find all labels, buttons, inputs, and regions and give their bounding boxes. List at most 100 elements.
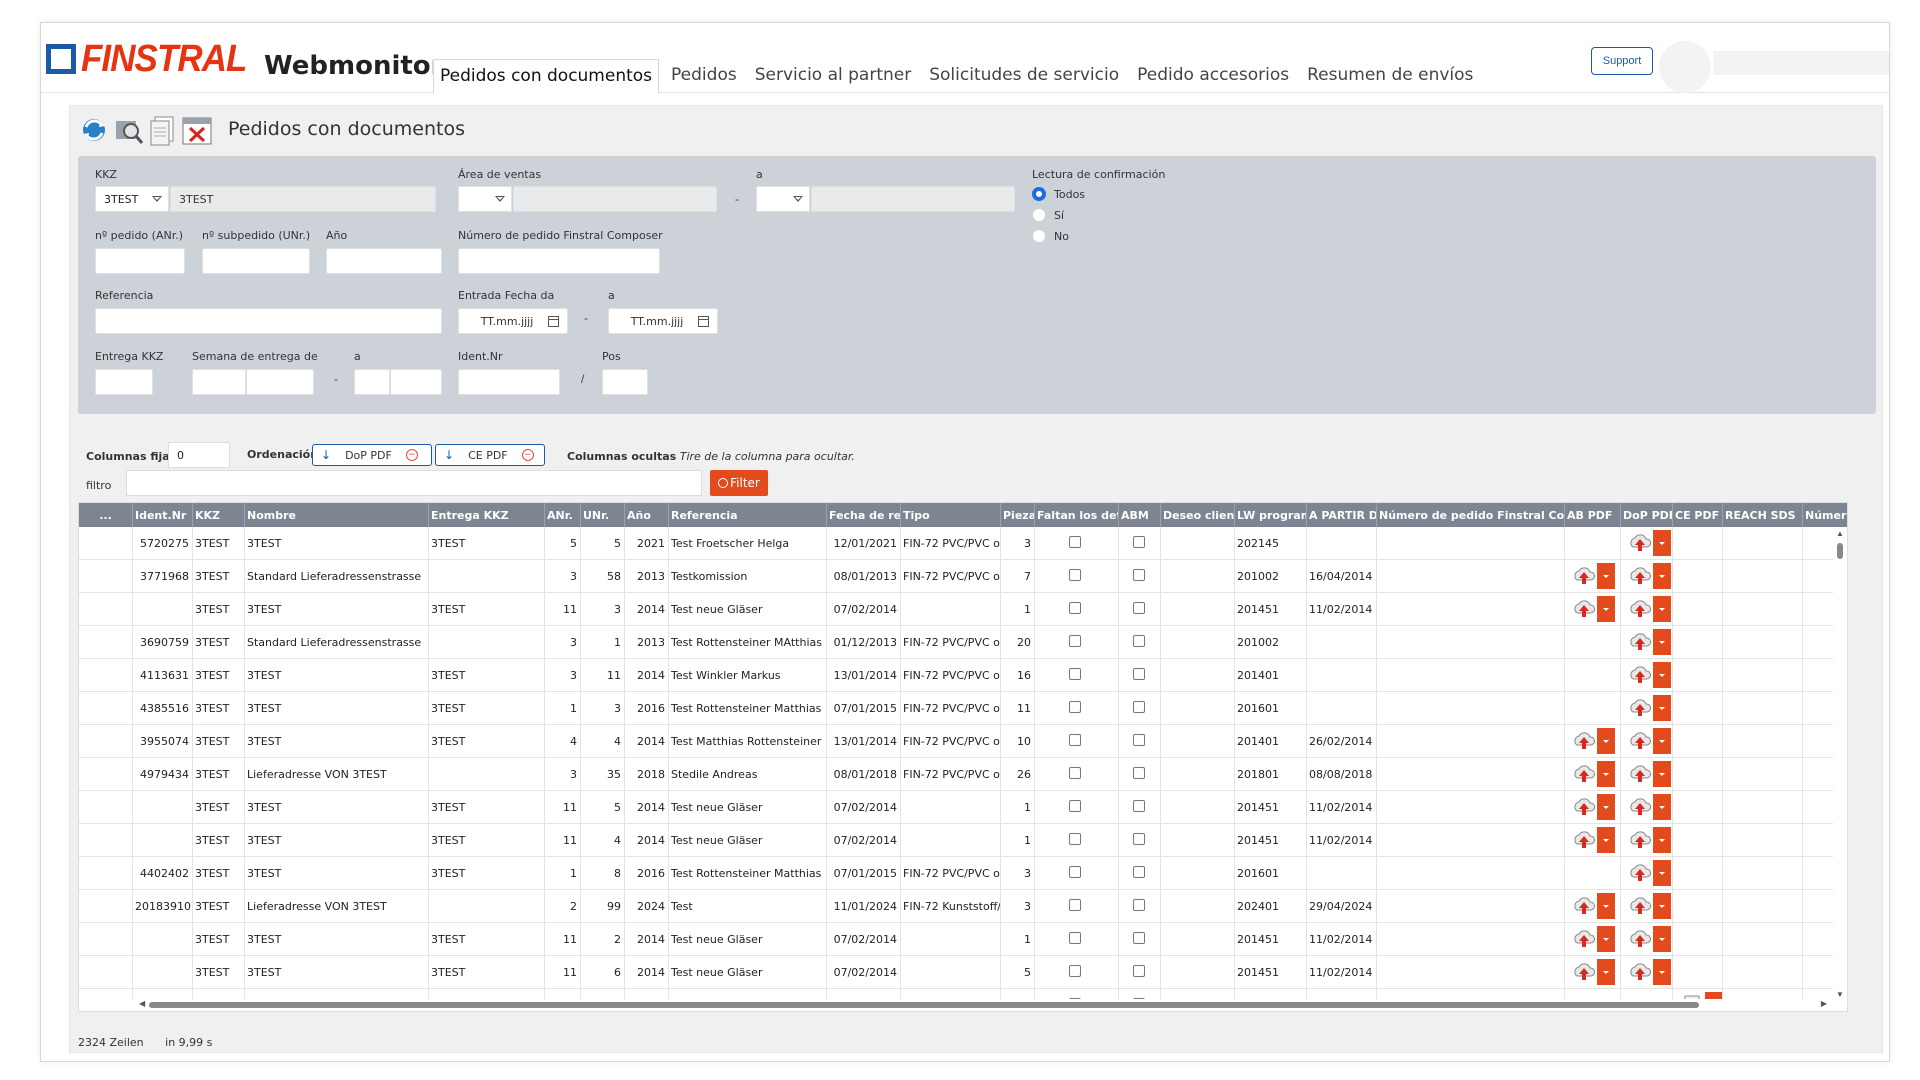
cloud-download-icon[interactable]	[1571, 563, 1597, 589]
cloud-download-icon[interactable]	[1571, 926, 1597, 952]
fixed-cols-input[interactable]: 0	[168, 442, 230, 468]
dop-pdf-download[interactable]	[1627, 761, 1671, 787]
column-header[interactable]: UNr.	[581, 503, 625, 527]
dop-pdf-download[interactable]	[1627, 728, 1671, 754]
cloud-download-icon[interactable]	[1627, 695, 1653, 721]
cloud-download-icon[interactable]	[1627, 761, 1653, 787]
cloud-download-icon[interactable]	[1571, 596, 1597, 622]
cloud-download-icon[interactable]	[1627, 893, 1653, 919]
column-header[interactable]: A PARTIR DE	[1307, 503, 1377, 527]
cloud-download-icon[interactable]	[1627, 794, 1653, 820]
column-header[interactable]: KKZ	[193, 503, 245, 527]
chevron-down-icon[interactable]	[1653, 827, 1671, 853]
dop-pdf-download[interactable]	[1627, 530, 1671, 556]
abm-checkbox[interactable]	[1133, 734, 1145, 746]
chevron-down-icon[interactable]	[1597, 959, 1615, 985]
horizontal-scrollbar[interactable]: ◀ ▶	[79, 999, 1847, 1011]
column-header[interactable]: Número de factura	[1803, 503, 1847, 527]
dop-pdf-download[interactable]	[1627, 662, 1671, 688]
abm-checkbox[interactable]	[1133, 899, 1145, 911]
ab-pdf-download[interactable]	[1571, 794, 1615, 820]
dop-pdf-download[interactable]	[1627, 794, 1671, 820]
missing-details-checkbox[interactable]	[1069, 866, 1081, 878]
tab-solicitudes-servicio[interactable]: Solicitudes de servicio	[923, 59, 1125, 93]
finstral-logo[interactable]: FINSTRAL	[46, 38, 261, 80]
abm-checkbox[interactable]	[1133, 932, 1145, 944]
missing-details-checkbox[interactable]	[1069, 536, 1081, 548]
table-row[interactable]: 3690759 3TEST Standard Lieferadressenstras…	[79, 626, 1847, 659]
table-row[interactable]: 5720275 3TEST 3TEST 3TEST 5 5 2021 Test Froetsc…	[79, 527, 1847, 560]
order-no-input[interactable]	[95, 248, 185, 274]
table-row[interactable]: 3TEST 3TEST 3TEST 11 5 2014 Test neue Gläser 07…	[79, 791, 1847, 824]
abm-checkbox[interactable]	[1133, 965, 1145, 977]
clear-filter-icon[interactable]	[180, 113, 214, 147]
table-row[interactable]: 4385516 3TEST 3TEST 3TEST 1 3 2016 Test Rottens…	[79, 692, 1847, 725]
scroll-down-icon[interactable]: ▼	[1836, 990, 1844, 999]
chevron-down-icon[interactable]	[1653, 695, 1671, 721]
radio-todos[interactable]: Todos	[1032, 187, 1085, 201]
column-header[interactable]: Referencia	[669, 503, 827, 527]
column-header[interactable]: Ident.Nr	[133, 503, 193, 527]
tab-resumen-envios[interactable]: Resumen de envíos	[1301, 59, 1479, 93]
avatar[interactable]	[1659, 41, 1711, 93]
abm-checkbox[interactable]	[1133, 602, 1145, 614]
tab-pedido-accesorios[interactable]: Pedido accesorios	[1131, 59, 1295, 93]
dop-pdf-download[interactable]	[1627, 695, 1671, 721]
radio-no[interactable]: No	[1032, 229, 1069, 243]
documents-icon[interactable]	[146, 113, 180, 147]
chevron-down-icon[interactable]	[1653, 596, 1671, 622]
column-header[interactable]: Tipo	[901, 503, 1001, 527]
chevron-down-icon[interactable]	[1653, 563, 1671, 589]
entry-from-input[interactable]: TT.mm.jjjj	[458, 308, 568, 334]
missing-details-checkbox[interactable]	[1069, 734, 1081, 746]
week-to-week-input[interactable]	[390, 369, 442, 395]
chevron-down-icon[interactable]	[1597, 893, 1615, 919]
search-settings-icon[interactable]	[112, 113, 146, 147]
table-row[interactable]: 3TEST 3TEST 3TEST 11 4 2014 Test neue Gläser 07…	[79, 824, 1847, 857]
kkz-select[interactable]: 3TEST	[95, 186, 169, 212]
remove-icon[interactable]: −	[405, 449, 418, 461]
column-header[interactable]: ABM	[1119, 503, 1161, 527]
cloud-download-icon[interactable]	[1627, 728, 1653, 754]
week-from-year-input[interactable]	[192, 369, 246, 395]
dop-pdf-download[interactable]	[1627, 926, 1671, 952]
area-from-select[interactable]	[458, 186, 512, 212]
tab-servicio-partner[interactable]: Servicio al partner	[749, 59, 918, 93]
column-header[interactable]: Entrega KKZ	[429, 503, 545, 527]
vertical-scroll-thumb[interactable]	[1837, 543, 1843, 559]
table-row[interactable]: 4113631 3TEST 3TEST 3TEST 3 11 2014 Test Winkle…	[79, 659, 1847, 692]
ab-pdf-download[interactable]	[1571, 959, 1615, 985]
dop-pdf-download[interactable]	[1627, 893, 1671, 919]
missing-details-checkbox[interactable]	[1069, 899, 1081, 911]
abm-checkbox[interactable]	[1133, 635, 1145, 647]
cloud-download-icon[interactable]	[1571, 827, 1597, 853]
scroll-right-icon[interactable]: ▶	[1821, 999, 1827, 1008]
ab-pdf-download[interactable]	[1571, 893, 1615, 919]
chevron-down-icon[interactable]	[1597, 794, 1615, 820]
cloud-download-icon[interactable]	[1627, 596, 1653, 622]
chevron-down-icon[interactable]	[1597, 596, 1615, 622]
filter-input[interactable]	[126, 470, 702, 496]
column-header[interactable]: Número de pedido Finstral Composer	[1377, 503, 1565, 527]
horizontal-scroll-thumb[interactable]	[149, 1002, 1699, 1008]
dop-pdf-download[interactable]	[1627, 827, 1671, 853]
chevron-down-icon[interactable]	[1653, 629, 1671, 655]
column-header[interactable]: Deseo cliente	[1161, 503, 1235, 527]
column-header[interactable]: LW programada	[1235, 503, 1307, 527]
table-row[interactable]: 3771968 3TEST Standard Lieferadressenstras…	[79, 560, 1847, 593]
table-row[interactable]: 3TEST 3TEST 3TEST 11 2 2014 Test neue Gläser 07…	[79, 923, 1847, 956]
chevron-down-icon[interactable]	[1653, 794, 1671, 820]
tab-pedidos-con-documentos[interactable]: Pedidos con documentos	[433, 59, 660, 94]
suborder-input[interactable]	[202, 248, 310, 274]
chevron-down-icon[interactable]	[1653, 662, 1671, 688]
chevron-down-icon[interactable]	[1653, 860, 1671, 886]
abm-checkbox[interactable]	[1133, 569, 1145, 581]
missing-details-checkbox[interactable]	[1069, 932, 1081, 944]
cloud-download-icon[interactable]	[1571, 959, 1597, 985]
missing-details-checkbox[interactable]	[1069, 965, 1081, 977]
sort-chip-dop-pdf[interactable]: ↓ DoP PDF −	[312, 444, 432, 466]
delivery-kkz-input[interactable]	[95, 369, 153, 395]
column-header[interactable]: REACH SDS	[1723, 503, 1803, 527]
year-input[interactable]	[326, 248, 442, 274]
column-header[interactable]: ...	[79, 503, 133, 527]
